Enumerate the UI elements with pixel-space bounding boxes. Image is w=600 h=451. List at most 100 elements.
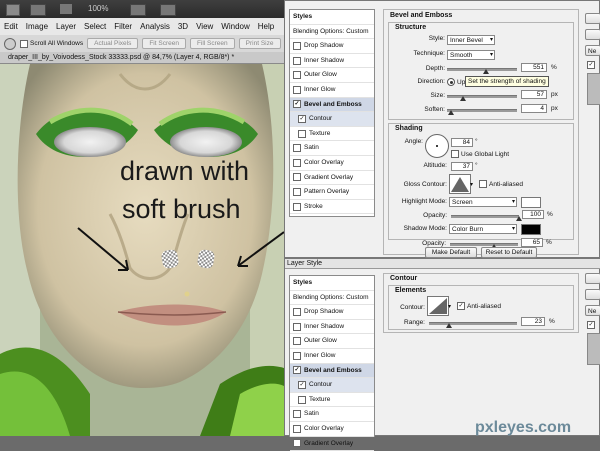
menu-edit[interactable]: Edit [0, 22, 22, 31]
style-item-checkbox[interactable] [293, 439, 301, 448]
style-item-checkbox[interactable] [293, 173, 301, 182]
bottom-style-item[interactable]: Inner Glow [290, 349, 374, 364]
top-style-item[interactable]: Satin [290, 141, 374, 156]
top-style-item[interactable]: Pattern Overlay [290, 185, 374, 200]
highlight-mode-select[interactable]: Screen [449, 197, 517, 207]
direction-up-radio[interactable]: Up [447, 78, 465, 86]
new-style-button[interactable]: Ne [585, 45, 600, 56]
fit-screen-button[interactable]: Fit Screen [142, 38, 186, 49]
new-style-button-bottom[interactable]: Ne [585, 305, 600, 316]
style-item-checkbox[interactable]: ✓ [298, 380, 306, 389]
bottom-style-item[interactable]: Color Overlay [290, 422, 374, 437]
style-item-checkbox[interactable] [293, 144, 301, 153]
top-style-item[interactable]: Outer Glow [290, 68, 374, 83]
highlight-opacity-slider[interactable] [451, 215, 519, 218]
global-light-option[interactable]: Use Global Light [451, 150, 509, 158]
shadow-opacity-slider[interactable] [450, 243, 518, 246]
cancel-button-bottom[interactable] [585, 289, 600, 300]
preview-checkbox[interactable]: ✓ [587, 61, 595, 69]
top-style-item[interactable]: Stroke [290, 200, 374, 215]
menu-help[interactable]: Help [254, 22, 278, 31]
soften-input[interactable]: 4 [521, 104, 547, 113]
contour-picker[interactable] [427, 296, 449, 316]
gloss-contour-picker[interactable] [449, 174, 471, 194]
top-style-item[interactable]: ✓ Bevel and Emboss [290, 97, 374, 113]
bottom-style-item[interactable]: Texture [290, 393, 374, 408]
highlight-color-swatch[interactable] [521, 197, 541, 208]
arrange-documents-icon[interactable] [130, 4, 146, 16]
gloss-anti-aliased-option[interactable]: Anti-aliased [479, 180, 523, 188]
contour-dropdown-icon[interactable]: ▾ [448, 303, 451, 310]
style-item-checkbox[interactable] [293, 187, 301, 196]
zoom-level[interactable]: 100% [88, 4, 108, 13]
soften-slider[interactable] [447, 109, 517, 112]
style-item-checkbox[interactable]: ✓ [293, 100, 301, 109]
view-extras-icon[interactable] [30, 4, 46, 16]
fill-screen-button[interactable]: Fill Screen [189, 38, 235, 49]
menu-analysis[interactable]: Analysis [136, 22, 174, 31]
style-item-checkbox[interactable] [293, 85, 301, 94]
style-item-checkbox[interactable] [293, 41, 301, 50]
reset-to-default-button[interactable]: Reset to Default [481, 247, 537, 258]
menu-select[interactable]: Select [80, 22, 110, 31]
gloss-dropdown-icon[interactable]: ▾ [470, 181, 473, 188]
shadow-opacity-input[interactable]: 65 [521, 238, 543, 247]
menu-window[interactable]: Window [217, 22, 253, 31]
zoom-icon[interactable] [60, 4, 72, 14]
global-light-checkbox[interactable] [451, 150, 459, 158]
top-style-item[interactable]: Gradient Overlay [290, 171, 374, 186]
size-input[interactable]: 57 [521, 90, 547, 99]
make-default-button[interactable]: Make Default [425, 247, 477, 258]
scroll-all-checkbox[interactable] [20, 39, 28, 48]
bottom-style-item[interactable]: Drop Shadow [290, 305, 374, 320]
preview-checkbox-bottom[interactable]: ✓ [587, 321, 595, 329]
bottom-style-item[interactable]: ✓ Bevel and Emboss [290, 363, 374, 379]
document-canvas[interactable]: drawn with soft brush [0, 64, 284, 436]
style-item-checkbox[interactable] [293, 71, 301, 80]
style-item-checkbox[interactable]: ✓ [298, 114, 306, 123]
range-input[interactable]: 23 [521, 317, 545, 326]
bottom-style-item[interactable]: Satin [290, 407, 374, 422]
style-item-checkbox[interactable] [293, 322, 301, 331]
style-item-checkbox[interactable]: ✓ [293, 366, 301, 375]
document-tab[interactable]: draper_III_by_Voivodess_Stock 33333.psd … [0, 52, 284, 64]
gloss-anti-aliased-checkbox[interactable] [479, 180, 487, 188]
ok-button[interactable] [585, 13, 600, 24]
top-style-item[interactable]: Texture [290, 127, 374, 142]
range-slider[interactable] [429, 322, 517, 325]
style-item-checkbox[interactable] [298, 395, 306, 404]
top-style-item[interactable]: Color Overlay [290, 156, 374, 171]
depth-input[interactable]: 551 [521, 63, 547, 72]
screen-mode-icon[interactable] [160, 4, 176, 16]
menu-3d[interactable]: 3D [174, 22, 192, 31]
cancel-button[interactable] [585, 29, 600, 40]
bottom-style-item[interactable]: Blending Options: Custom [290, 291, 374, 306]
bottom-style-item[interactable]: ✓ Contour [290, 378, 374, 393]
angle-input[interactable]: 84 [451, 138, 473, 147]
bridge-icon[interactable] [6, 4, 20, 16]
contour-anti-aliased-option[interactable]: ✓ Anti-aliased [457, 302, 501, 310]
hand-tool-icon[interactable] [4, 37, 16, 50]
style-item-checkbox[interactable] [293, 410, 301, 419]
style-item-checkbox[interactable] [293, 337, 301, 346]
style-item-checkbox[interactable] [298, 129, 306, 138]
menu-filter[interactable]: Filter [110, 22, 136, 31]
contour-anti-aliased-checkbox[interactable]: ✓ [457, 302, 465, 310]
style-item-checkbox[interactable] [293, 351, 301, 360]
dialog-title-bar[interactable]: Layer Style [285, 259, 600, 269]
top-style-item[interactable]: Drop Shadow [290, 39, 374, 54]
print-size-button[interactable]: Print Size [238, 38, 281, 49]
bottom-style-item[interactable]: Outer Glow [290, 334, 374, 349]
technique-select[interactable]: Smooth [447, 50, 495, 60]
style-item-checkbox[interactable] [293, 424, 301, 433]
size-slider-thumb[interactable] [460, 96, 467, 101]
style-item-checkbox[interactable] [293, 307, 301, 316]
actual-pixels-button[interactable]: Actual Pixels [87, 38, 139, 49]
top-style-item[interactable]: ✓ Contour [290, 112, 374, 127]
style-item-checkbox[interactable] [293, 158, 301, 167]
menu-view[interactable]: View [192, 22, 217, 31]
soften-slider-thumb[interactable] [447, 110, 454, 115]
highlight-opacity-input[interactable]: 100 [522, 210, 544, 219]
shadow-mode-select[interactable]: Color Burn [449, 224, 517, 234]
ok-button-bottom[interactable] [585, 273, 600, 284]
